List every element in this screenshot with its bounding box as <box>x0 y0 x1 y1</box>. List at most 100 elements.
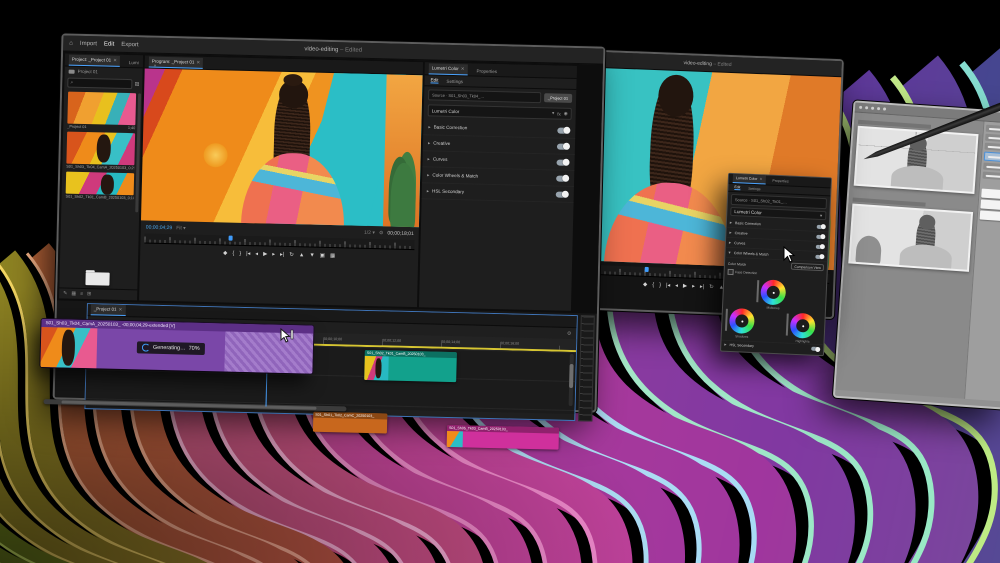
brush-preset[interactable] <box>986 125 1000 134</box>
settings-wrench-icon[interactable]: ⚙ <box>379 230 384 236</box>
mark-in-icon[interactable]: { <box>232 251 234 257</box>
toolbar-dot-icon[interactable] <box>871 107 874 110</box>
toggle-switch[interactable] <box>556 159 569 165</box>
source-clip-pill[interactable]: Source · S01_Sh03_Tk04_… <box>428 89 541 103</box>
mark-out-icon[interactable]: } <box>239 251 241 257</box>
layer-row[interactable] <box>980 210 1000 221</box>
toolbar-dot-icon[interactable] <box>859 106 862 109</box>
go-to-out-icon[interactable]: ▸| <box>700 284 704 290</box>
project-item[interactable]: S01_Sh03_Tk04_CamA_20250103_ 0;29 <box>66 132 135 171</box>
brush-preset[interactable] <box>982 172 1000 181</box>
go-to-out-icon[interactable]: ▸| <box>280 252 284 258</box>
subtab-edit[interactable]: Edit <box>430 77 438 83</box>
play-icon[interactable]: ▶ <box>683 283 687 289</box>
shadows-slider[interactable] <box>725 308 727 330</box>
toggle-switch[interactable] <box>557 127 570 133</box>
new-bin-folder-icon[interactable] <box>85 272 109 286</box>
step-forward-icon[interactable]: ▸ <box>272 252 275 258</box>
section-hsl-secondary[interactable]: ▸ HSL Secondary <box>422 183 574 203</box>
tab-lumetri-color[interactable]: Lumetri Color✕ <box>429 63 468 75</box>
menu-edit[interactable]: Edit <box>104 41 114 47</box>
current-timecode[interactable]: 00;00;04;29 <box>146 224 173 231</box>
timeline-clip-teal[interactable]: S01_Sh02_Tk01_CamB_20250103_ <box>364 350 457 382</box>
generative-extend-clip[interactable]: S01_Sh03_Tk04_CamA_20250103_ -00;00;04;2… <box>40 319 313 374</box>
layer-row[interactable] <box>980 199 1000 210</box>
tab-project[interactable]: Project: _Project 01✕ <box>69 55 120 67</box>
timeline-clip-pink[interactable]: S01_Sh05_Tk03_CamB_20250103_ <box>447 425 560 450</box>
brush-preset-selected[interactable] <box>984 152 1000 163</box>
toggle-switch[interactable] <box>556 175 569 181</box>
tab-lumetri-color[interactable]: Lumetri Color✕ <box>733 174 766 184</box>
playhead-marker[interactable] <box>228 236 232 241</box>
brush-preset[interactable] <box>985 134 1000 143</box>
search-input[interactable]: ⌕ <box>67 78 132 90</box>
add-marker-icon[interactable]: ◆ <box>223 250 227 256</box>
folder-icon[interactable]: ▤ <box>135 81 140 87</box>
project-item[interactable]: _Project 01 1;40 <box>67 92 136 131</box>
export-frame-icon[interactable]: ▣ <box>320 253 325 259</box>
eye-icon[interactable]: ◉ <box>564 111 568 117</box>
toggle-switch[interactable] <box>556 191 569 197</box>
target-clip-button[interactable]: _Project 01 <box>544 93 572 103</box>
panel-overflow-icon[interactable]: » <box>154 63 157 68</box>
comparison-view-icon[interactable]: ▦ <box>330 253 335 259</box>
mark-in-icon[interactable]: { <box>652 282 654 288</box>
toolbar-dot-icon[interactable] <box>877 107 880 110</box>
close-icon[interactable]: ✕ <box>113 58 117 63</box>
tab-properties[interactable]: Properties <box>473 66 500 76</box>
brush-preset[interactable] <box>983 163 1000 172</box>
menu-import[interactable]: Import <box>80 40 97 46</box>
tab-lumetri-scopes[interactable]: Lumi <box>126 58 142 67</box>
tab-program[interactable]: Program: _Project 01✕ <box>149 57 204 69</box>
timeline-clip-orange[interactable]: S01_Sh01_Tk02_CamC_20250103_ <box>313 412 387 434</box>
timeline-settings-icon[interactable]: ⚙ <box>567 330 572 336</box>
subtab-edit[interactable]: Edit <box>734 185 740 190</box>
toggle-switch[interactable] <box>811 347 820 351</box>
playhead-marker[interactable] <box>645 267 649 272</box>
midtones-wheel[interactable] <box>760 279 786 305</box>
preset-select[interactable]: Lumetri Color <box>734 209 762 215</box>
pen-tool-icon[interactable]: ✎ <box>63 291 67 297</box>
subtab-settings[interactable]: Settings <box>748 186 760 191</box>
toggle-switch[interactable] <box>557 143 570 149</box>
midtones-slider[interactable] <box>756 280 758 302</box>
loop-icon[interactable]: ↻ <box>289 252 294 258</box>
add-marker-icon[interactable]: ◆ <box>643 282 647 288</box>
step-back-icon[interactable]: ◂ <box>255 251 258 257</box>
storyboard-frame-2[interactable] <box>848 204 973 272</box>
project-item[interactable]: S01_Sh02_Tk01_CamB_20250103_ 0;18 <box>66 172 135 201</box>
toggle-switch[interactable] <box>815 254 824 258</box>
tab-properties[interactable]: Properties <box>769 177 792 186</box>
lift-icon[interactable]: ▲ <box>299 252 305 258</box>
face-detection-checkbox[interactable] <box>728 269 734 275</box>
chevron-down-icon[interactable]: ▾ <box>552 110 554 116</box>
go-to-in-icon[interactable]: |◂ <box>246 251 250 257</box>
scrollbar[interactable] <box>135 93 141 212</box>
shadows-wheel[interactable] <box>729 307 755 333</box>
toolbar-dot-icon[interactable] <box>865 106 868 109</box>
playback-resolution-select[interactable]: 1/2 ▾ <box>364 229 375 235</box>
step-forward-icon[interactable]: ▸ <box>692 284 695 290</box>
toggle-switch[interactable] <box>816 244 825 248</box>
toggle-switch[interactable] <box>816 234 825 238</box>
tab-sequence[interactable]: _Project 01✕ <box>91 304 126 316</box>
new-bin-icon[interactable]: ⊞ <box>87 291 91 297</box>
zoom-level-select[interactable]: Fit ▾ <box>176 225 186 231</box>
toggle-switch[interactable] <box>817 224 826 228</box>
extract-icon[interactable]: ▼ <box>309 253 315 259</box>
step-back-icon[interactable]: ◂ <box>675 283 678 289</box>
play-icon[interactable]: ▶ <box>263 251 267 257</box>
menu-export[interactable]: Export <box>121 41 138 47</box>
mark-out-icon[interactable]: } <box>659 282 661 288</box>
close-icon[interactable]: ✕ <box>759 177 762 181</box>
loop-icon[interactable]: ↻ <box>709 284 714 290</box>
home-icon[interactable]: ⌂ <box>69 40 73 46</box>
highlights-slider[interactable] <box>786 313 788 335</box>
toolbar-dot-icon[interactable] <box>883 107 886 110</box>
close-icon[interactable]: ✕ <box>196 60 200 65</box>
brush-preset[interactable] <box>984 143 1000 152</box>
close-icon[interactable]: ✕ <box>119 307 123 312</box>
grid-view-icon[interactable]: ▦ <box>71 291 76 297</box>
chevron-down-icon[interactable]: ▾ <box>820 212 823 218</box>
list-view-icon[interactable]: ≡ <box>80 291 83 297</box>
